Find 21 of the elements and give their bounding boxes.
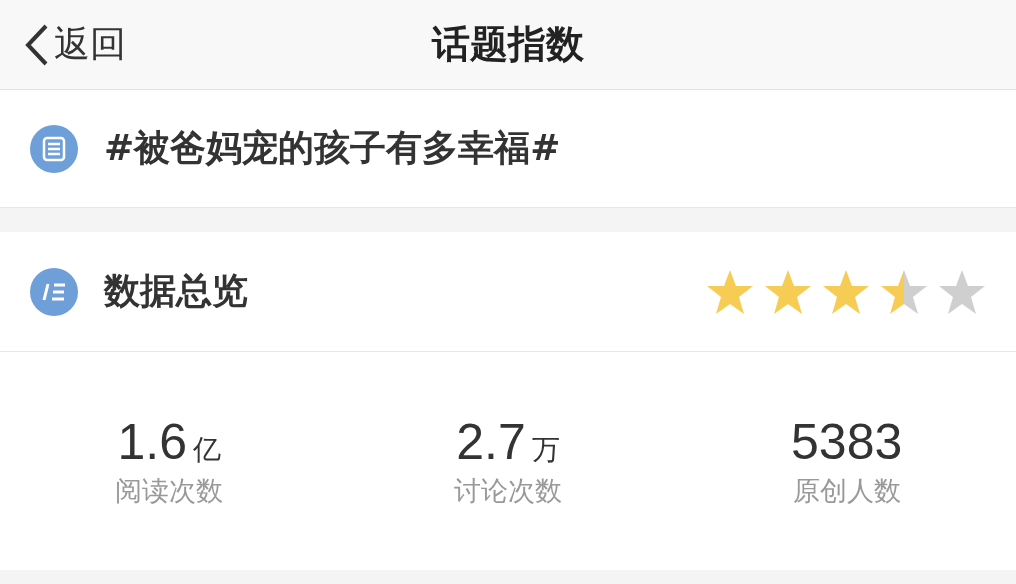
stat-value: 5383	[791, 413, 903, 471]
stat-label: 原创人数	[792, 474, 901, 508]
star-icon	[880, 268, 928, 315]
star-icon	[706, 268, 754, 315]
page-title: 话题指数	[432, 21, 584, 68]
star-icon	[764, 268, 812, 315]
chevron-left-icon	[24, 22, 50, 67]
back-label[interactable]: 返回	[54, 20, 126, 69]
back-button[interactable]: 返回	[24, 20, 126, 69]
section-title: 数据总览	[104, 269, 248, 313]
stat-label: 阅读次数	[115, 474, 224, 508]
list-icon	[30, 124, 78, 173]
list-icon	[30, 267, 78, 316]
stat-unit: 万	[531, 432, 560, 468]
stat-unit: 亿	[193, 432, 222, 468]
stat-value: 1.6	[117, 413, 188, 471]
star-icon	[822, 268, 870, 315]
stat-label: 讨论次数	[454, 474, 562, 508]
topic-title: #被爸妈宠的孩子有多幸福#	[104, 126, 561, 170]
star-icon	[938, 268, 986, 315]
stat-value: 2.7	[456, 413, 526, 471]
